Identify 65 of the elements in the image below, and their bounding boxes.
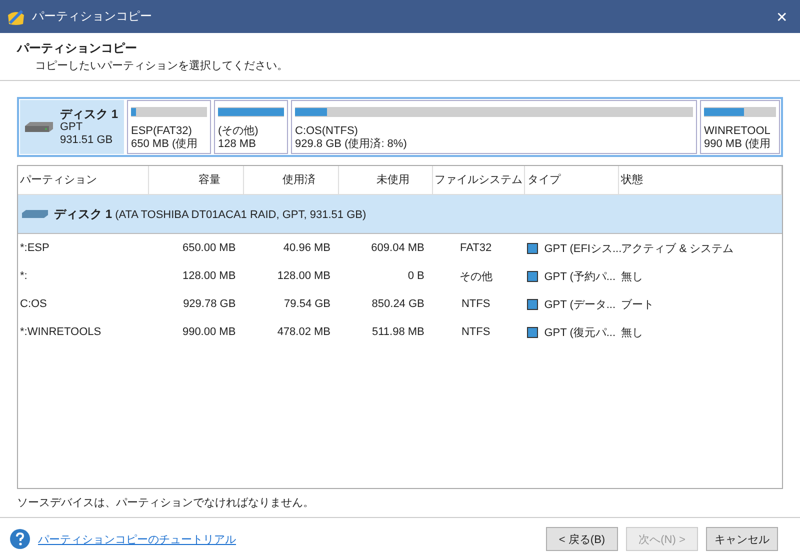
disk-scheme: GPT: [60, 120, 84, 134]
partition-size: 990 MB (使用: [704, 138, 772, 151]
table-cell: 929.78 GB: [183, 298, 236, 310]
partition-row[interactable]: *:ESP 650.00 MB 40.96 MB 609.04 MB FAT32 GPT (EFIシス...アクティブ & システム: [18, 234, 782, 262]
table-cell: 609.04 MB: [371, 242, 424, 254]
page-subtitle: コピーしたいパーティションを選択してください。: [35, 59, 289, 73]
table-cell-text: 無し: [621, 326, 644, 340]
partition-size: 128 MB: [218, 138, 257, 151]
table-cell-text: ブート: [621, 298, 654, 312]
table-cell: 478.02 MB: [277, 326, 331, 338]
partition-row[interactable]: *: 128.00 MB 128.00 MB 0 B その他 GPT (予約パ... 無し: [18, 262, 782, 290]
table-cell-text: GPT (復元パ...: [544, 326, 616, 340]
partition-block[interactable]: ESP(FAT32) 650 MB (使用: [127, 100, 211, 154]
column-header[interactable]: パーティション: [18, 166, 149, 194]
partition-label: (その他): [218, 125, 260, 138]
partition-size: 929.8 GB (使用済: 8%): [295, 138, 408, 151]
disk-size: 931.51 GB: [60, 134, 114, 146]
column-header[interactable]: 使用済: [244, 166, 339, 194]
disk-row-label: ディスク 1 (ATA TOSHIBA DT01ACA1 RAID, GPT, 931.51 GB): [54, 206, 366, 222]
partition-block[interactable]: C:OS(NTFS) 929.8 GB (使用済: 8%): [291, 100, 697, 154]
disk-name: ディスク 1: [60, 108, 118, 120]
table-cell: NTFS: [461, 298, 490, 310]
tutorial-link[interactable]: パーティションコピーのチュートリアル: [38, 532, 236, 546]
column-header[interactable]: タイプ: [525, 166, 620, 194]
table-cell: *:WINRETOOLS: [20, 326, 102, 338]
table-cell-text: GPT (予約パ...: [544, 270, 616, 284]
partition-label: WINRETOOL: [704, 125, 772, 138]
window-title: パーティションコピー: [32, 8, 153, 25]
table-cell-text: 無し: [621, 270, 644, 284]
dialog-button[interactable]: < 戻る(B): [546, 527, 618, 551]
table-cell-text: アクティブ & システム: [621, 242, 734, 256]
column-header[interactable]: ファイルシステム: [432, 166, 526, 194]
table-cell-text: GPT (EFIシス...: [544, 242, 622, 256]
status-message: ソースデバイスは、パーティションでなければなりません。: [17, 496, 315, 511]
table-cell: 40.96 MB: [283, 242, 331, 254]
table-cell: 850.24 GB: [372, 298, 424, 310]
table-cell: 511.98 MB: [372, 326, 424, 338]
table-cell: 79.54 GB: [284, 298, 331, 310]
table-cell: C:OS: [20, 298, 47, 310]
dialog-button[interactable]: キャンセル: [706, 527, 778, 551]
table-cell: 128.00 MB: [182, 270, 236, 282]
close-button[interactable]: ✕: [764, 0, 800, 33]
column-header[interactable]: 未使用: [338, 166, 433, 194]
table-cell: 650.00 MB: [182, 242, 236, 254]
table-cell: 0 B: [408, 270, 424, 282]
column-header[interactable]: 容量: [148, 166, 244, 194]
table-cell: 128.00 MB: [277, 270, 331, 282]
page-title: パーティションコピー: [17, 40, 138, 57]
partition-row[interactable]: *:WINRETOOLS 990.00 MB 478.02 MB 511.98 MB NTFS GPT (復元パ... 無し: [18, 318, 782, 346]
partition-label: ESP(FAT32): [131, 125, 193, 138]
table-cell: NTFS: [461, 326, 490, 338]
partition-block[interactable]: WINRETOOL 990 MB (使用: [700, 100, 780, 154]
table-cell: 990.00 MB: [182, 326, 236, 338]
partition-row[interactable]: C:OS 929.78 GB 79.54 GB 850.24 GB NTFS GPT (データ... ブート: [18, 290, 782, 318]
column-header[interactable]: 状態: [619, 166, 782, 194]
disk-block[interactable]: ディスク 1 GPT 931.51 GB: [20, 100, 124, 154]
partition-block[interactable]: (その他) 128 MB: [214, 100, 288, 154]
table-cell: *:: [20, 270, 28, 282]
table-cell-text: その他: [459, 270, 492, 284]
table-cell: FAT32: [460, 242, 492, 254]
partition-label: C:OS(NTFS): [295, 125, 359, 138]
table-cell: *:ESP: [20, 242, 50, 254]
partition-size: 650 MB (使用: [131, 138, 199, 151]
disk-row[interactable]: ディスク 1 (ATA TOSHIBA DT01ACA1 RAID, GPT, 931.51 GB): [18, 195, 782, 234]
table-cell-text: GPT (データ...: [544, 298, 616, 312]
